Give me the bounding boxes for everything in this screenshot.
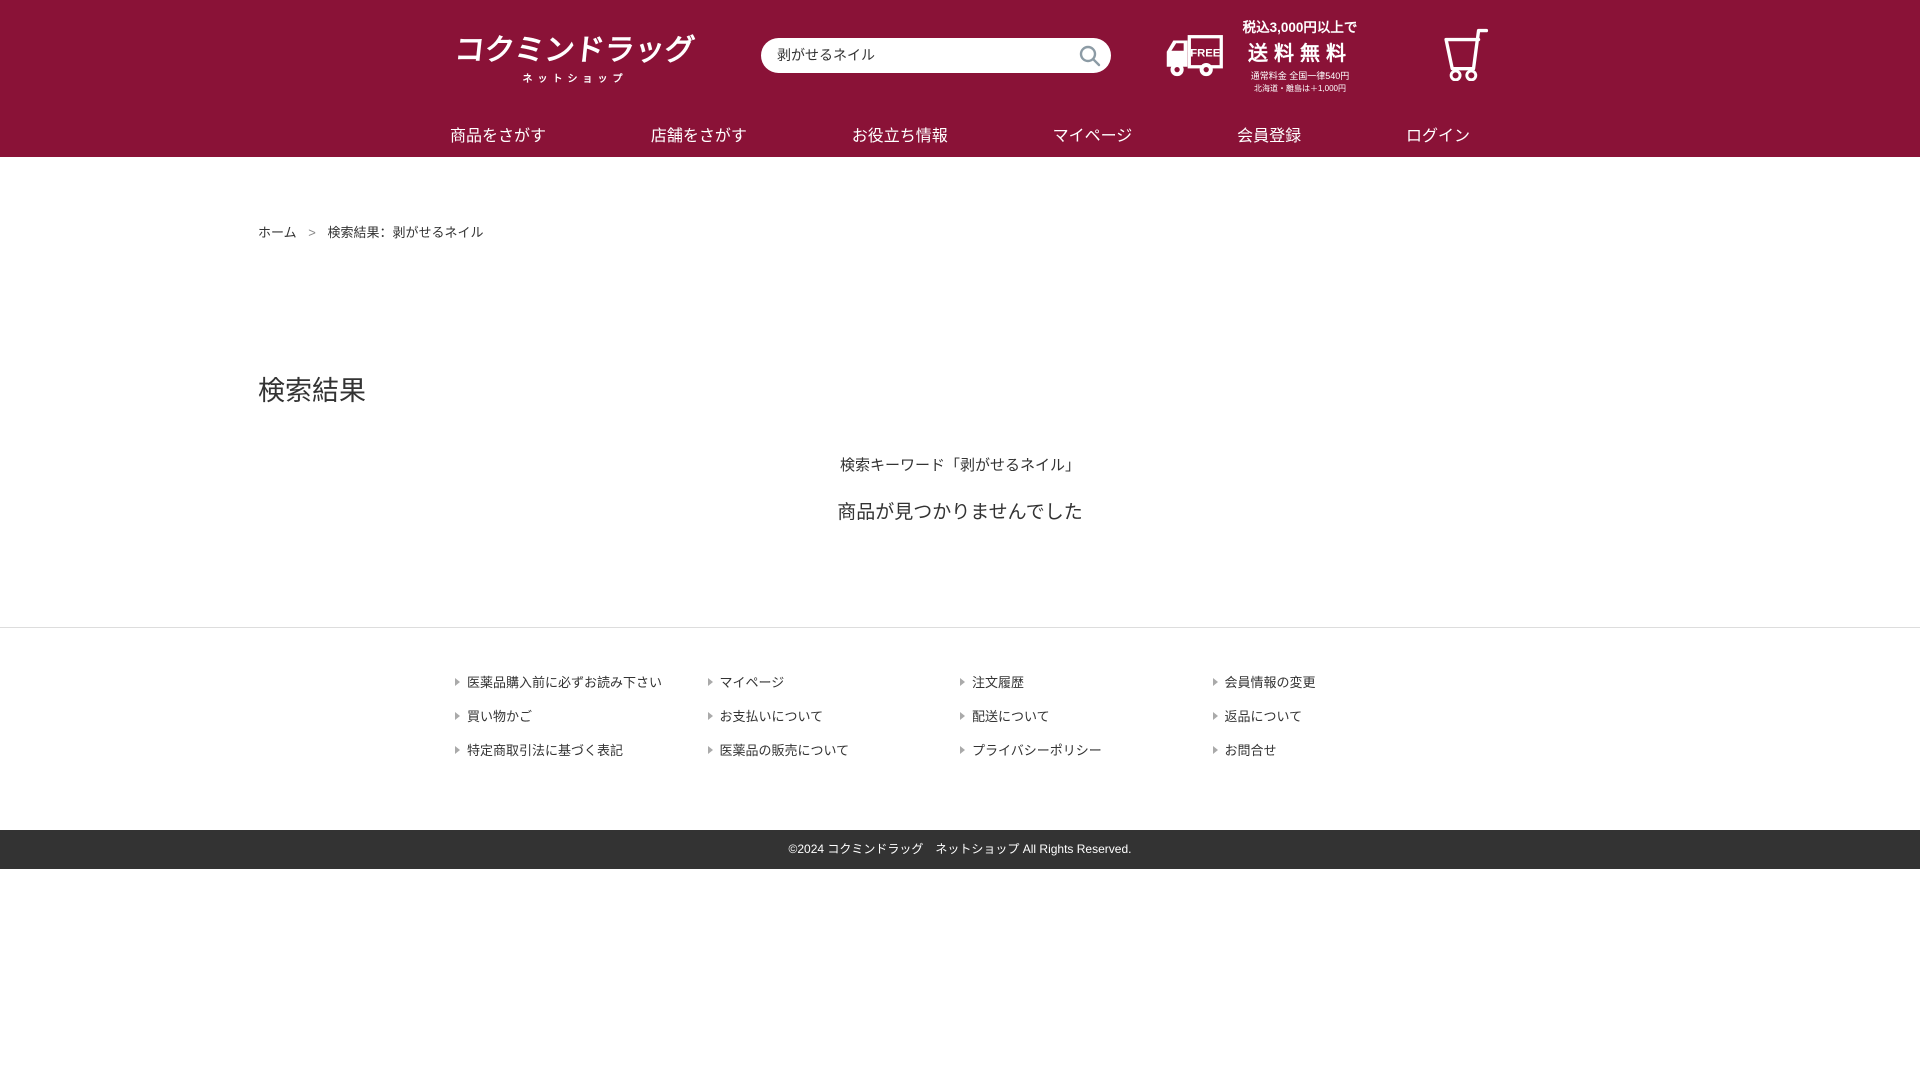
footer-link-medicine-sales[interactable]: 医薬品の販売について xyxy=(720,740,850,759)
breadcrumb-home-link[interactable]: ホーム xyxy=(258,225,297,240)
free-shipping-truck-icon: FREE xyxy=(1163,32,1225,79)
arrow-right-icon xyxy=(708,678,713,686)
footer-link-mypage[interactable]: マイページ xyxy=(720,672,785,691)
site-header: コクミンドラッグ ネットショップ FREE xyxy=(0,0,1920,157)
arrow-right-icon xyxy=(708,712,713,720)
logo-subtitle: ネットショップ xyxy=(455,70,695,85)
footer-link-privacy-policy[interactable]: プライバシーポリシー xyxy=(972,740,1102,759)
footer-link-member-info[interactable]: 会員情報の変更 xyxy=(1225,672,1316,691)
footer-link-payment[interactable]: お支払いについて xyxy=(720,706,824,725)
shipping-free-label: 送料無料 xyxy=(1230,37,1370,66)
site-footer: 医薬品購入前に必ずお読み下さい 買い物かご 特定商取引法に基づく表記 マイページ… xyxy=(0,627,1920,869)
arrow-right-icon xyxy=(960,712,965,720)
logo-title: コクミンドラッグ xyxy=(453,25,698,69)
shipping-normal-fee: 通常料金 全国一律540円 xyxy=(1230,69,1370,82)
footer-column-1: 医薬品購入前に必ずお読み下さい 買い物かご 特定商取引法に基づく表記 xyxy=(455,672,708,774)
header-top: コクミンドラッグ ネットショップ FREE xyxy=(455,0,1465,110)
arrow-right-icon xyxy=(1213,712,1218,720)
no-results-message: 商品が見つかりませんでした xyxy=(258,497,1662,524)
main-nav: 商品をさがす 店舗をさがす お役立ち情報 マイページ 会員登録 ログイン xyxy=(450,110,1470,157)
arrow-right-icon xyxy=(1213,746,1218,754)
arrow-right-icon xyxy=(708,746,713,754)
breadcrumb: ホーム > 検索結果：剥がせるネイル xyxy=(258,222,1662,241)
footer-link-order-history[interactable]: 注文履歴 xyxy=(972,672,1024,691)
search-button[interactable] xyxy=(1077,43,1103,69)
nav-item-login[interactable]: ログイン xyxy=(1406,122,1470,146)
footer-link-contact[interactable]: お問合せ xyxy=(1225,740,1277,759)
search-input[interactable] xyxy=(761,38,1111,73)
footer-link-delivery[interactable]: 配送について xyxy=(972,706,1050,725)
nav-item-info[interactable]: お役立ち情報 xyxy=(852,122,948,146)
arrow-right-icon xyxy=(455,712,460,720)
search-keyword-text: 検索キーワード「剥がせるネイル」 xyxy=(258,454,1662,475)
cart-button[interactable] xyxy=(1432,25,1496,86)
cart-icon xyxy=(1432,25,1496,81)
nav-item-mypage[interactable]: マイページ xyxy=(1053,122,1133,146)
footer-column-3: 注文履歴 配送について プライバシーポリシー xyxy=(960,672,1213,774)
search-icon xyxy=(1077,43,1103,69)
free-shipping-banner: FREE 税込3,000円以上で 送料無料 通常料金 全国一律540円 北海道・… xyxy=(1163,16,1370,94)
footer-column-4: 会員情報の変更 返品について お問合せ xyxy=(1213,672,1466,774)
search-box xyxy=(761,38,1111,73)
arrow-right-icon xyxy=(455,678,460,686)
arrow-right-icon xyxy=(960,746,965,754)
arrow-right-icon xyxy=(455,746,460,754)
nav-item-register[interactable]: 会員登録 xyxy=(1237,122,1301,146)
footer-link-commerce-law[interactable]: 特定商取引法に基づく表記 xyxy=(467,740,623,759)
site-logo[interactable]: コクミンドラッグ ネットショップ xyxy=(455,25,695,85)
nav-item-stores[interactable]: 店舗をさがす xyxy=(651,122,747,146)
shipping-text: 税込3,000円以上で 送料無料 通常料金 全国一律540円 北海道・離島は＋1… xyxy=(1230,16,1370,94)
footer-link-returns[interactable]: 返品について xyxy=(1225,706,1303,725)
shipping-threshold: 税込3,000円以上で xyxy=(1230,16,1370,36)
footer-link-shopping-cart[interactable]: 買い物かご xyxy=(467,706,532,725)
page-title: 検索結果 xyxy=(258,369,1662,408)
footer-links: 医薬品購入前に必ずお読み下さい 買い物かご 特定商取引法に基づく表記 マイページ… xyxy=(455,672,1465,774)
arrow-right-icon xyxy=(1213,678,1218,686)
arrow-right-icon xyxy=(960,678,965,686)
nav-item-products[interactable]: 商品をさがす xyxy=(450,122,546,146)
copyright-text: ©2024 コクミンドラッグ ネットショップ All Rights Reserv… xyxy=(0,830,1920,869)
main-content: 検索結果 検索キーワード「剥がせるネイル」 商品が見つかりませんでした xyxy=(258,369,1662,524)
footer-column-2: マイページ お支払いについて 医薬品の販売について xyxy=(708,672,961,774)
breadcrumb-separator: > xyxy=(308,225,316,240)
footer-link-medicine-notice[interactable]: 医薬品購入前に必ずお読み下さい xyxy=(467,672,662,691)
breadcrumb-current: 検索結果：剥がせるネイル xyxy=(327,225,483,240)
free-badge-text: FREE xyxy=(1190,47,1221,59)
shipping-remote-fee: 北海道・離島は＋1,000円 xyxy=(1230,83,1370,94)
